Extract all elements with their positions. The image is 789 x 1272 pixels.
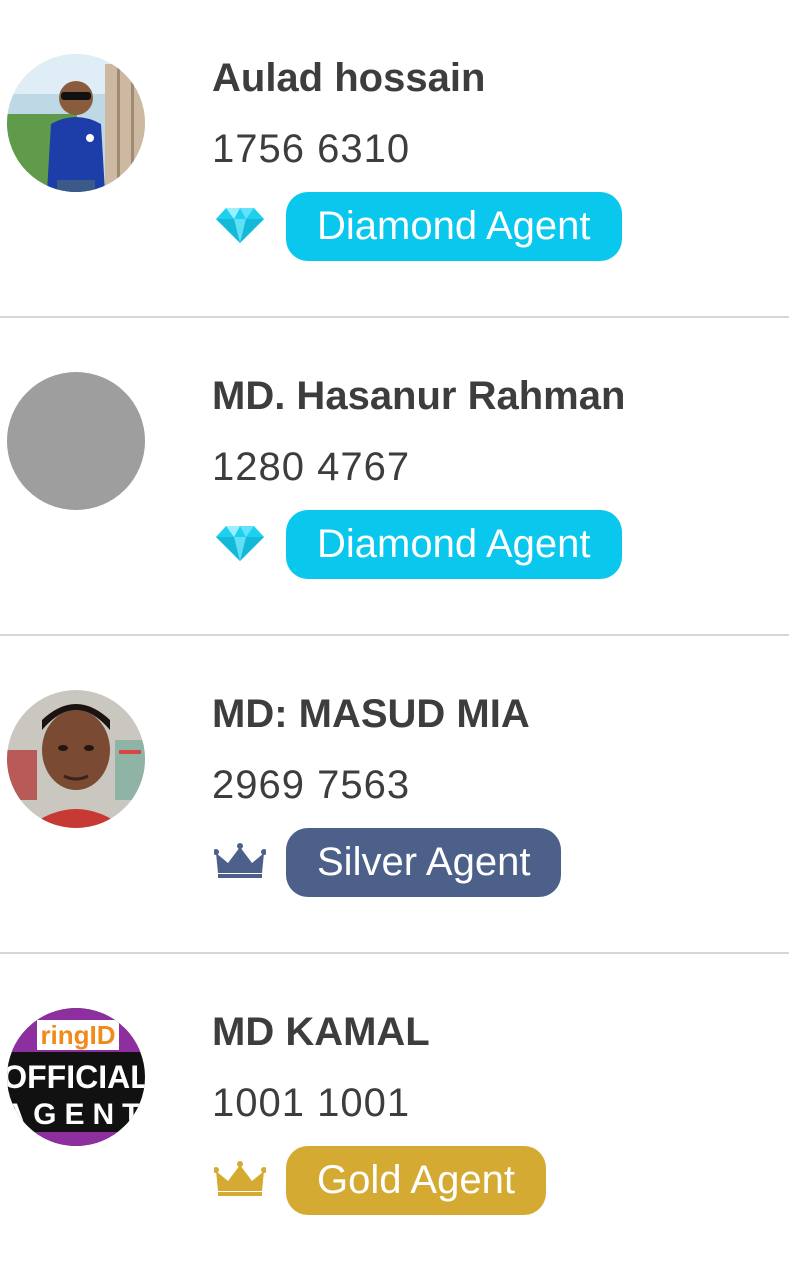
tier-badge: Diamond Agent	[286, 510, 622, 579]
agent-row[interactable]: ringID OFFICIAL AGENT MD KAMAL 1001 1001…	[0, 954, 789, 1272]
crown-icon	[214, 843, 266, 878]
agent-number: 1756 6310	[212, 127, 411, 171]
avatar-logo-text: ringID	[40, 1020, 115, 1050]
avatar-logo-text: AGENT	[7, 1098, 145, 1131]
diamond-icon	[216, 208, 264, 243]
tier-badge: Diamond Agent	[286, 192, 622, 261]
avatar[interactable]	[7, 54, 145, 192]
avatar-logo-text: OFFICIAL	[7, 1059, 145, 1095]
tier-badge: Silver Agent	[286, 828, 562, 897]
agent-name: MD KAMAL	[212, 1010, 430, 1054]
agent-number: 1001 1001	[212, 1081, 411, 1125]
diamond-icon	[216, 526, 264, 561]
agent-number: 2969 7563	[212, 763, 411, 807]
avatar[interactable]: ringID OFFICIAL AGENT	[7, 1008, 145, 1146]
avatar[interactable]	[7, 372, 145, 510]
agent-name: Aulad hossain	[212, 56, 486, 100]
agent-row[interactable]: MD. Hasanur Rahman 1280 4767 Diamond Age…	[0, 318, 789, 636]
tier-badge: Gold Agent	[286, 1146, 546, 1215]
agent-row[interactable]: MD: MASUD MIA 2969 7563 Silver Agent	[0, 636, 789, 954]
agent-name: MD. Hasanur Rahman	[212, 374, 626, 418]
agent-number: 1280 4767	[212, 445, 411, 489]
avatar[interactable]	[7, 690, 145, 828]
agent-name: MD: MASUD MIA	[212, 692, 530, 736]
agent-row[interactable]: Aulad hossain 1756 6310 Diamond Agent	[0, 0, 789, 318]
crown-icon	[214, 1161, 266, 1196]
agent-list: Aulad hossain 1756 6310 Diamond Agent MD…	[0, 0, 789, 1272]
